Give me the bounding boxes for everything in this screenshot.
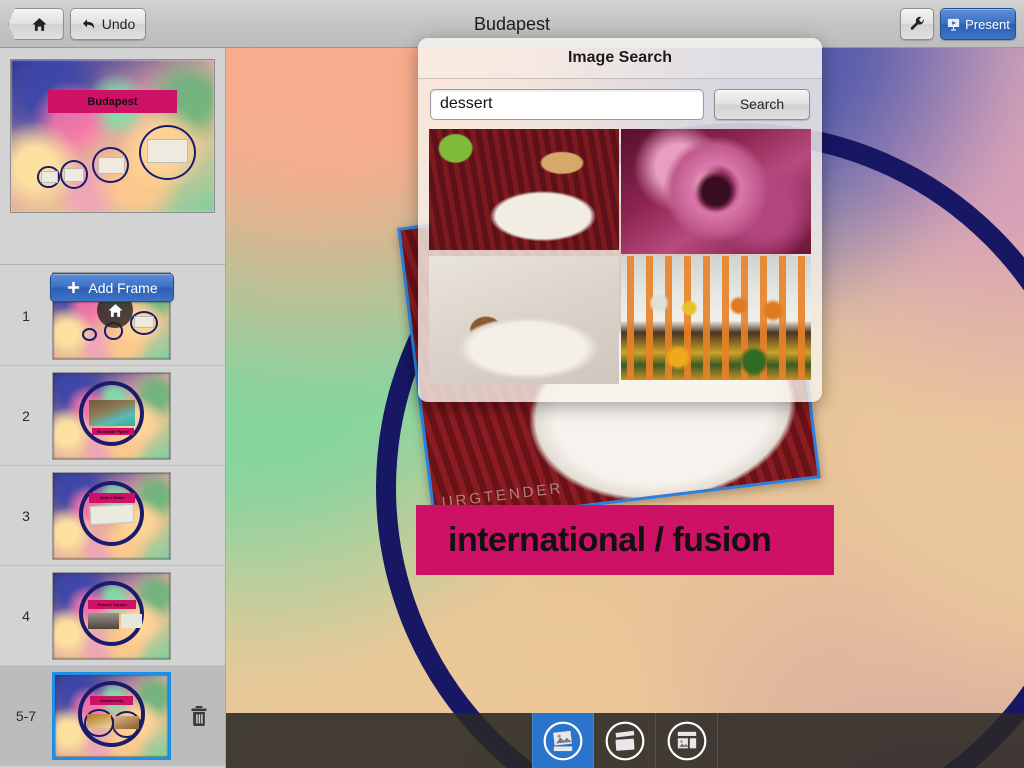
frame-list-item-5-7[interactable]: 5-7 Gastronomy — [0, 666, 225, 766]
frame-number: 2 — [22, 407, 30, 424]
overview-card-4 — [147, 139, 188, 164]
market-produce-stall-image — [621, 256, 811, 380]
dialog-title: Image Search — [418, 38, 822, 79]
insert-card-button[interactable] — [594, 713, 656, 768]
frame-photo-a — [88, 612, 119, 630]
dialog-search-row: Search — [418, 79, 822, 129]
pink-bundt-cake-image — [621, 129, 811, 254]
image-search-dialog: Image Search Search — [418, 38, 822, 402]
frame-banner: Heroes' Square — [88, 600, 137, 609]
frame-note-card — [89, 504, 136, 526]
frame-card — [133, 315, 154, 329]
search-result-thumbnail-1[interactable] — [429, 129, 619, 250]
frame-photo — [89, 400, 135, 426]
frame-photo-a — [86, 713, 112, 728]
frame-number: 1 — [22, 307, 30, 324]
overview-title-banner: Budapest — [47, 90, 178, 114]
image-in-circle-icon — [543, 721, 583, 760]
overview-card-2 — [63, 167, 85, 182]
frame-photo-b — [120, 613, 142, 628]
overview-card-1 — [41, 170, 58, 184]
frame-thumbnail[interactable]: Heroes' Square — [52, 571, 171, 660]
search-result-thumbnail-4[interactable] — [621, 256, 811, 380]
plus-icon — [68, 281, 80, 294]
search-input[interactable] — [430, 88, 704, 120]
overview-pane: Budapest Add Frame — [0, 48, 225, 302]
wrench-icon — [910, 16, 924, 30]
frame-thumbnail[interactable]: Municipal Figure — [52, 371, 171, 460]
frame-number: 5-7 — [15, 707, 37, 724]
add-frame-label: Add Frame — [88, 279, 158, 296]
frames-sidebar: Budapest Add Frame 1 2 Municipal Figure … — [0, 48, 226, 768]
overview-card-3 — [98, 157, 125, 174]
search-button[interactable]: Search — [714, 88, 810, 120]
search-results-grid — [418, 129, 822, 394]
add-frame-button[interactable]: Add Frame — [50, 273, 174, 302]
frame-actions — [171, 705, 225, 727]
frame-thumbnail[interactable]: Gastronomy — [52, 671, 171, 760]
layout-in-circle-icon — [667, 721, 706, 760]
frame-number: 4 — [22, 607, 30, 624]
application-window: Undo Budapest Present Budapest Add Frame… — [0, 0, 1024, 768]
frame-list-item-3[interactable]: 3 Gellert Baths — [0, 466, 225, 566]
bottom-toolbar — [226, 713, 1024, 768]
presentation-screen-icon — [947, 18, 960, 31]
frame-banner: Municipal Figure — [91, 427, 134, 436]
frame-photo-b — [113, 715, 139, 730]
present-button[interactable]: Present — [940, 8, 1016, 40]
chocolate-cake-with-berries-image — [429, 256, 619, 384]
frame-list-item-2[interactable]: 2 Municipal Figure — [0, 366, 225, 466]
search-result-thumbnail-2[interactable] — [621, 129, 811, 254]
search-result-thumbnail-3[interactable] — [429, 256, 619, 384]
tools-button[interactable] — [900, 8, 934, 40]
home-icon — [107, 303, 123, 317]
frame-list-item-4[interactable]: 4 Heroes' Square — [0, 566, 225, 666]
present-label: Present — [965, 16, 1010, 32]
canvas-text-banner[interactable]: international / fusion — [416, 505, 834, 575]
frame-thumbnail[interactable]: Gellert Baths — [52, 471, 171, 560]
search-button-label: Search — [739, 96, 785, 112]
frame-banner: Gellert Baths — [89, 493, 135, 503]
trash-icon[interactable] — [189, 705, 209, 727]
frame-list[interactable]: 1 Budapest 2 — [0, 266, 225, 768]
pastry-and-plate-image — [429, 129, 619, 250]
insert-layout-button[interactable] — [656, 713, 718, 768]
frame-number: 3 — [22, 507, 30, 524]
overview-thumbnail[interactable]: Budapest — [10, 59, 215, 213]
frame-banner: Gastronomy — [90, 695, 133, 705]
insert-image-button[interactable] — [532, 713, 594, 768]
card-stack-in-circle-icon — [605, 721, 644, 760]
